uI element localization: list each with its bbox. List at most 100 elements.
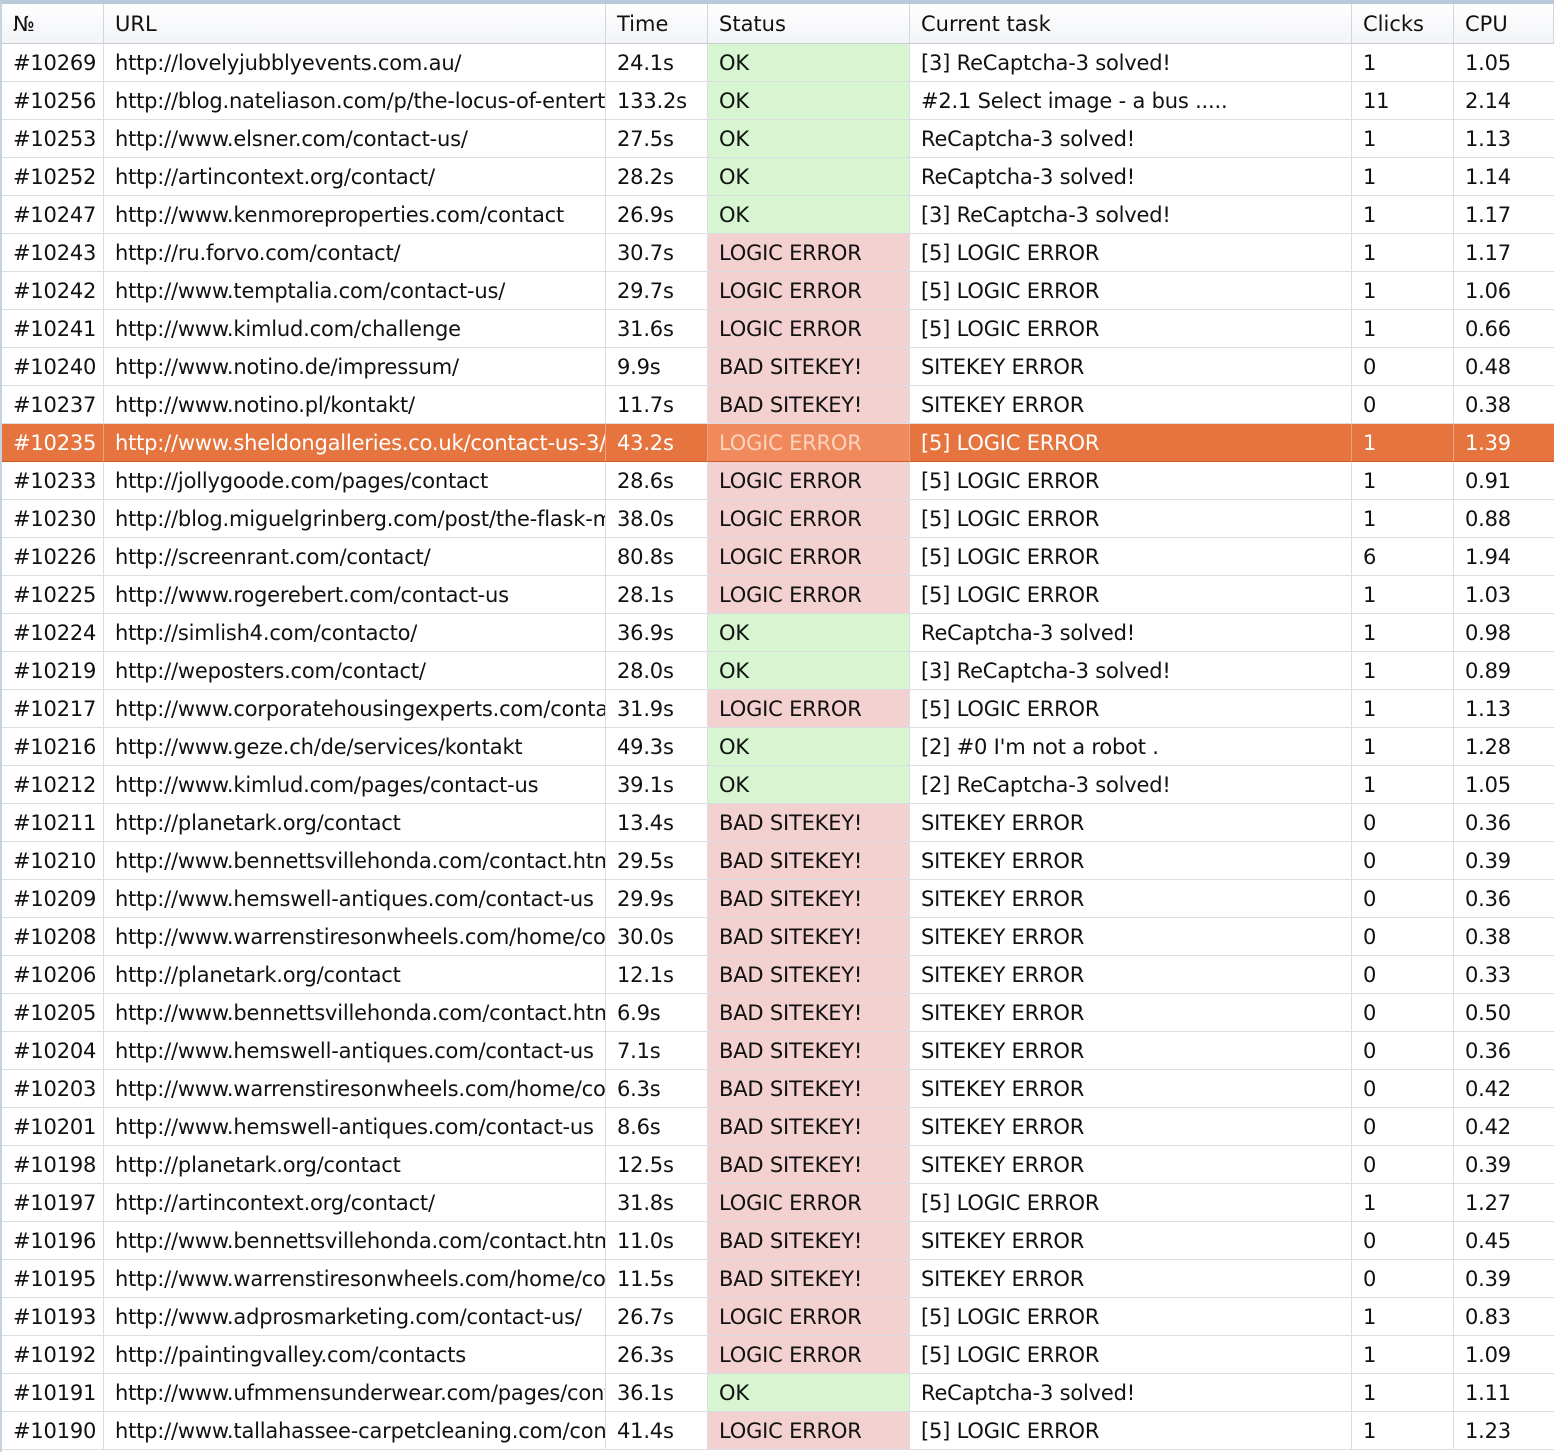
table-row[interactable]: #10193 http://www.adprosmarketing.com/con… bbox=[2, 1298, 1554, 1336]
table-row[interactable]: #10209 http://www.hemswell-antiques.com/c… bbox=[2, 880, 1554, 918]
table-row[interactable]: #10226 http://screenrant.com/contact/80.8… bbox=[2, 538, 1554, 576]
cell-time: 9.9s bbox=[606, 348, 708, 386]
cell-number: #10209 bbox=[2, 880, 104, 918]
cell-cpu: 1.06 bbox=[1454, 272, 1554, 310]
table-row[interactable]: #10252 http://artincontext.org/contact/28… bbox=[2, 158, 1554, 196]
table-row[interactable]: #10210 http://www.bennettsvillehonda.com/… bbox=[2, 842, 1554, 880]
cell-url: http://www.bennettsvillehonda.com/contac… bbox=[104, 842, 606, 880]
table-row[interactable]: #10197 http://artincontext.org/contact/31… bbox=[2, 1184, 1554, 1222]
table-row[interactable]: #10195 http://www.warrenstiresonwheels.co… bbox=[2, 1260, 1554, 1298]
table-row[interactable]: #10201 http://www.hemswell-antiques.com/c… bbox=[2, 1108, 1554, 1146]
cell-number: #10193 bbox=[2, 1298, 104, 1336]
table-row[interactable]: #10224 http://simlish4.com/contacto/36.9s… bbox=[2, 614, 1554, 652]
table-row[interactable]: #10240 http://www.notino.de/impressum/9.9… bbox=[2, 348, 1554, 386]
cell-clicks: 0 bbox=[1352, 842, 1454, 880]
table-row[interactable]: #10190 http://www.tallahassee-carpetclean… bbox=[2, 1412, 1554, 1450]
cell-url: http://www.rogerebert.com/contact-us bbox=[104, 576, 606, 614]
table-row[interactable]: #10192 http://paintingvalley.com/contacts… bbox=[2, 1336, 1554, 1374]
table-row[interactable]: #10235 http://www.sheldongalleries.co.uk/… bbox=[2, 424, 1554, 462]
table-row[interactable]: #10212 http://www.kimlud.com/pages/contac… bbox=[2, 766, 1554, 804]
cell-url: http://www.hemswell-antiques.com/contact… bbox=[104, 1108, 606, 1146]
cell-number: #10217 bbox=[2, 690, 104, 728]
table-row[interactable]: #10225 http://www.rogerebert.com/contact-… bbox=[2, 576, 1554, 614]
cell-cpu: 0.38 bbox=[1454, 386, 1554, 424]
table-row[interactable]: #10205 http://www.bennettsvillehonda.com/… bbox=[2, 994, 1554, 1032]
cell-current-task: SITEKEY ERROR bbox=[910, 804, 1352, 842]
table-row[interactable]: #10237 http://www.notino.pl/kontakt/11.7s… bbox=[2, 386, 1554, 424]
cell-cpu: 0.39 bbox=[1454, 1260, 1554, 1298]
cell-number: #10219 bbox=[2, 652, 104, 690]
table-row[interactable]: #10196 http://www.bennettsvillehonda.com/… bbox=[2, 1222, 1554, 1260]
cell-status: LOGIC ERROR bbox=[708, 576, 910, 614]
column-header-number[interactable]: № bbox=[2, 4, 104, 44]
cell-cpu: 1.14 bbox=[1454, 158, 1554, 196]
cell-clicks: 0 bbox=[1352, 1070, 1454, 1108]
cell-clicks: 1 bbox=[1352, 766, 1454, 804]
table-row[interactable]: #10211 http://planetark.org/contact 13.4s B… bbox=[2, 804, 1554, 842]
cell-number: #10206 bbox=[2, 956, 104, 994]
cell-clicks: 0 bbox=[1352, 1146, 1454, 1184]
table-row[interactable]: #10243 http://ru.forvo.com/contact/30.7s L… bbox=[2, 234, 1554, 272]
table-row[interactable]: #10217 http://www.corporatehousingexperts… bbox=[2, 690, 1554, 728]
cell-status: LOGIC ERROR bbox=[708, 462, 910, 500]
cell-cpu: 0.36 bbox=[1454, 880, 1554, 918]
cell-current-task: [5] LOGIC ERROR bbox=[910, 1298, 1352, 1336]
table-row[interactable]: #10203 http://www.warrenstiresonwheels.co… bbox=[2, 1070, 1554, 1108]
table-row[interactable]: #10233 http://jollygoode.com/pages/contac… bbox=[2, 462, 1554, 500]
cell-url: http://jollygoode.com/pages/contact bbox=[104, 462, 606, 500]
table-row[interactable]: #10204 http://www.hemswell-antiques.com/c… bbox=[2, 1032, 1554, 1070]
cell-clicks: 0 bbox=[1352, 386, 1454, 424]
cell-status: LOGIC ERROR bbox=[708, 1298, 910, 1336]
cell-current-task: [3] ReCaptcha-3 solved! bbox=[910, 44, 1352, 82]
cell-clicks: 1 bbox=[1352, 614, 1454, 652]
column-header-url[interactable]: URL bbox=[104, 4, 606, 44]
table-row[interactable]: #10241 http://www.kimlud.com/challenge 31.… bbox=[2, 310, 1554, 348]
cell-cpu: 1.03 bbox=[1454, 576, 1554, 614]
table-row[interactable]: #10219 http://weposters.com/contact/28.0s… bbox=[2, 652, 1554, 690]
task-list-grid[interactable]: № URL Time Status Current task Clicks CP… bbox=[0, 0, 1554, 1452]
cell-time: 11.0s bbox=[606, 1222, 708, 1260]
cell-time: 7.1s bbox=[606, 1032, 708, 1070]
cell-number: #10253 bbox=[2, 120, 104, 158]
table-row[interactable]: #10208 http://www.warrenstiresonwheels.co… bbox=[2, 918, 1554, 956]
column-header-status[interactable]: Status bbox=[708, 4, 910, 44]
cell-current-task: SITEKEY ERROR bbox=[910, 918, 1352, 956]
table-row[interactable]: #10269 http://lovelyjubblyevents.com.au/2… bbox=[2, 44, 1554, 82]
column-header-cpu[interactable]: CPU bbox=[1454, 4, 1554, 44]
table-row[interactable]: #10191 http://www.ufmmensunderwear.com/pa… bbox=[2, 1374, 1554, 1412]
cell-number: #10195 bbox=[2, 1260, 104, 1298]
table-row[interactable]: #10253 http://www.elsner.com/contact-us/2… bbox=[2, 120, 1554, 158]
cell-clicks: 1 bbox=[1352, 234, 1454, 272]
cell-clicks: 0 bbox=[1352, 1222, 1454, 1260]
cell-cpu: 0.33 bbox=[1454, 956, 1554, 994]
cell-number: #10212 bbox=[2, 766, 104, 804]
cell-current-task: ReCaptcha-3 solved! bbox=[910, 158, 1352, 196]
cell-time: 29.9s bbox=[606, 880, 708, 918]
cell-status: BAD SITEKEY! bbox=[708, 918, 910, 956]
table-row[interactable]: #10198 http://planetark.org/contact 12.5s B… bbox=[2, 1146, 1554, 1184]
cell-cpu: 0.98 bbox=[1454, 614, 1554, 652]
cell-current-task: SITEKEY ERROR bbox=[910, 1146, 1352, 1184]
column-header-current-task[interactable]: Current task bbox=[910, 4, 1352, 44]
cell-current-task: SITEKEY ERROR bbox=[910, 1032, 1352, 1070]
cell-number: #10210 bbox=[2, 842, 104, 880]
cell-cpu: 0.38 bbox=[1454, 918, 1554, 956]
column-header-clicks[interactable]: Clicks bbox=[1352, 4, 1454, 44]
table-row[interactable]: #10206 http://planetark.org/contact 12.1s B… bbox=[2, 956, 1554, 994]
cell-current-task: SITEKEY ERROR bbox=[910, 956, 1352, 994]
table-row[interactable]: #10230 http://blog.miguelgrinberg.com/pos… bbox=[2, 500, 1554, 538]
table-row[interactable]: #10247 http://www.kenmoreproperties.com/c… bbox=[2, 196, 1554, 234]
cell-time: 11.7s bbox=[606, 386, 708, 424]
table-row[interactable]: #10242 http://www.temptalia.com/contact-u… bbox=[2, 272, 1554, 310]
table-row[interactable]: #10216 http://www.geze.ch/de/services/kon… bbox=[2, 728, 1554, 766]
cell-number: #10237 bbox=[2, 386, 104, 424]
cell-time: 39.1s bbox=[606, 766, 708, 804]
table-row[interactable]: #10256 http://blog.nateliason.com/p/the-l… bbox=[2, 82, 1554, 120]
column-header-time[interactable]: Time bbox=[606, 4, 708, 44]
cell-time: 29.5s bbox=[606, 842, 708, 880]
cell-cpu: 1.13 bbox=[1454, 690, 1554, 728]
cell-cpu: 1.05 bbox=[1454, 766, 1554, 804]
cell-current-task: [5] LOGIC ERROR bbox=[910, 462, 1352, 500]
cell-current-task: SITEKEY ERROR bbox=[910, 1260, 1352, 1298]
cell-current-task: [3] ReCaptcha-3 solved! bbox=[910, 196, 1352, 234]
